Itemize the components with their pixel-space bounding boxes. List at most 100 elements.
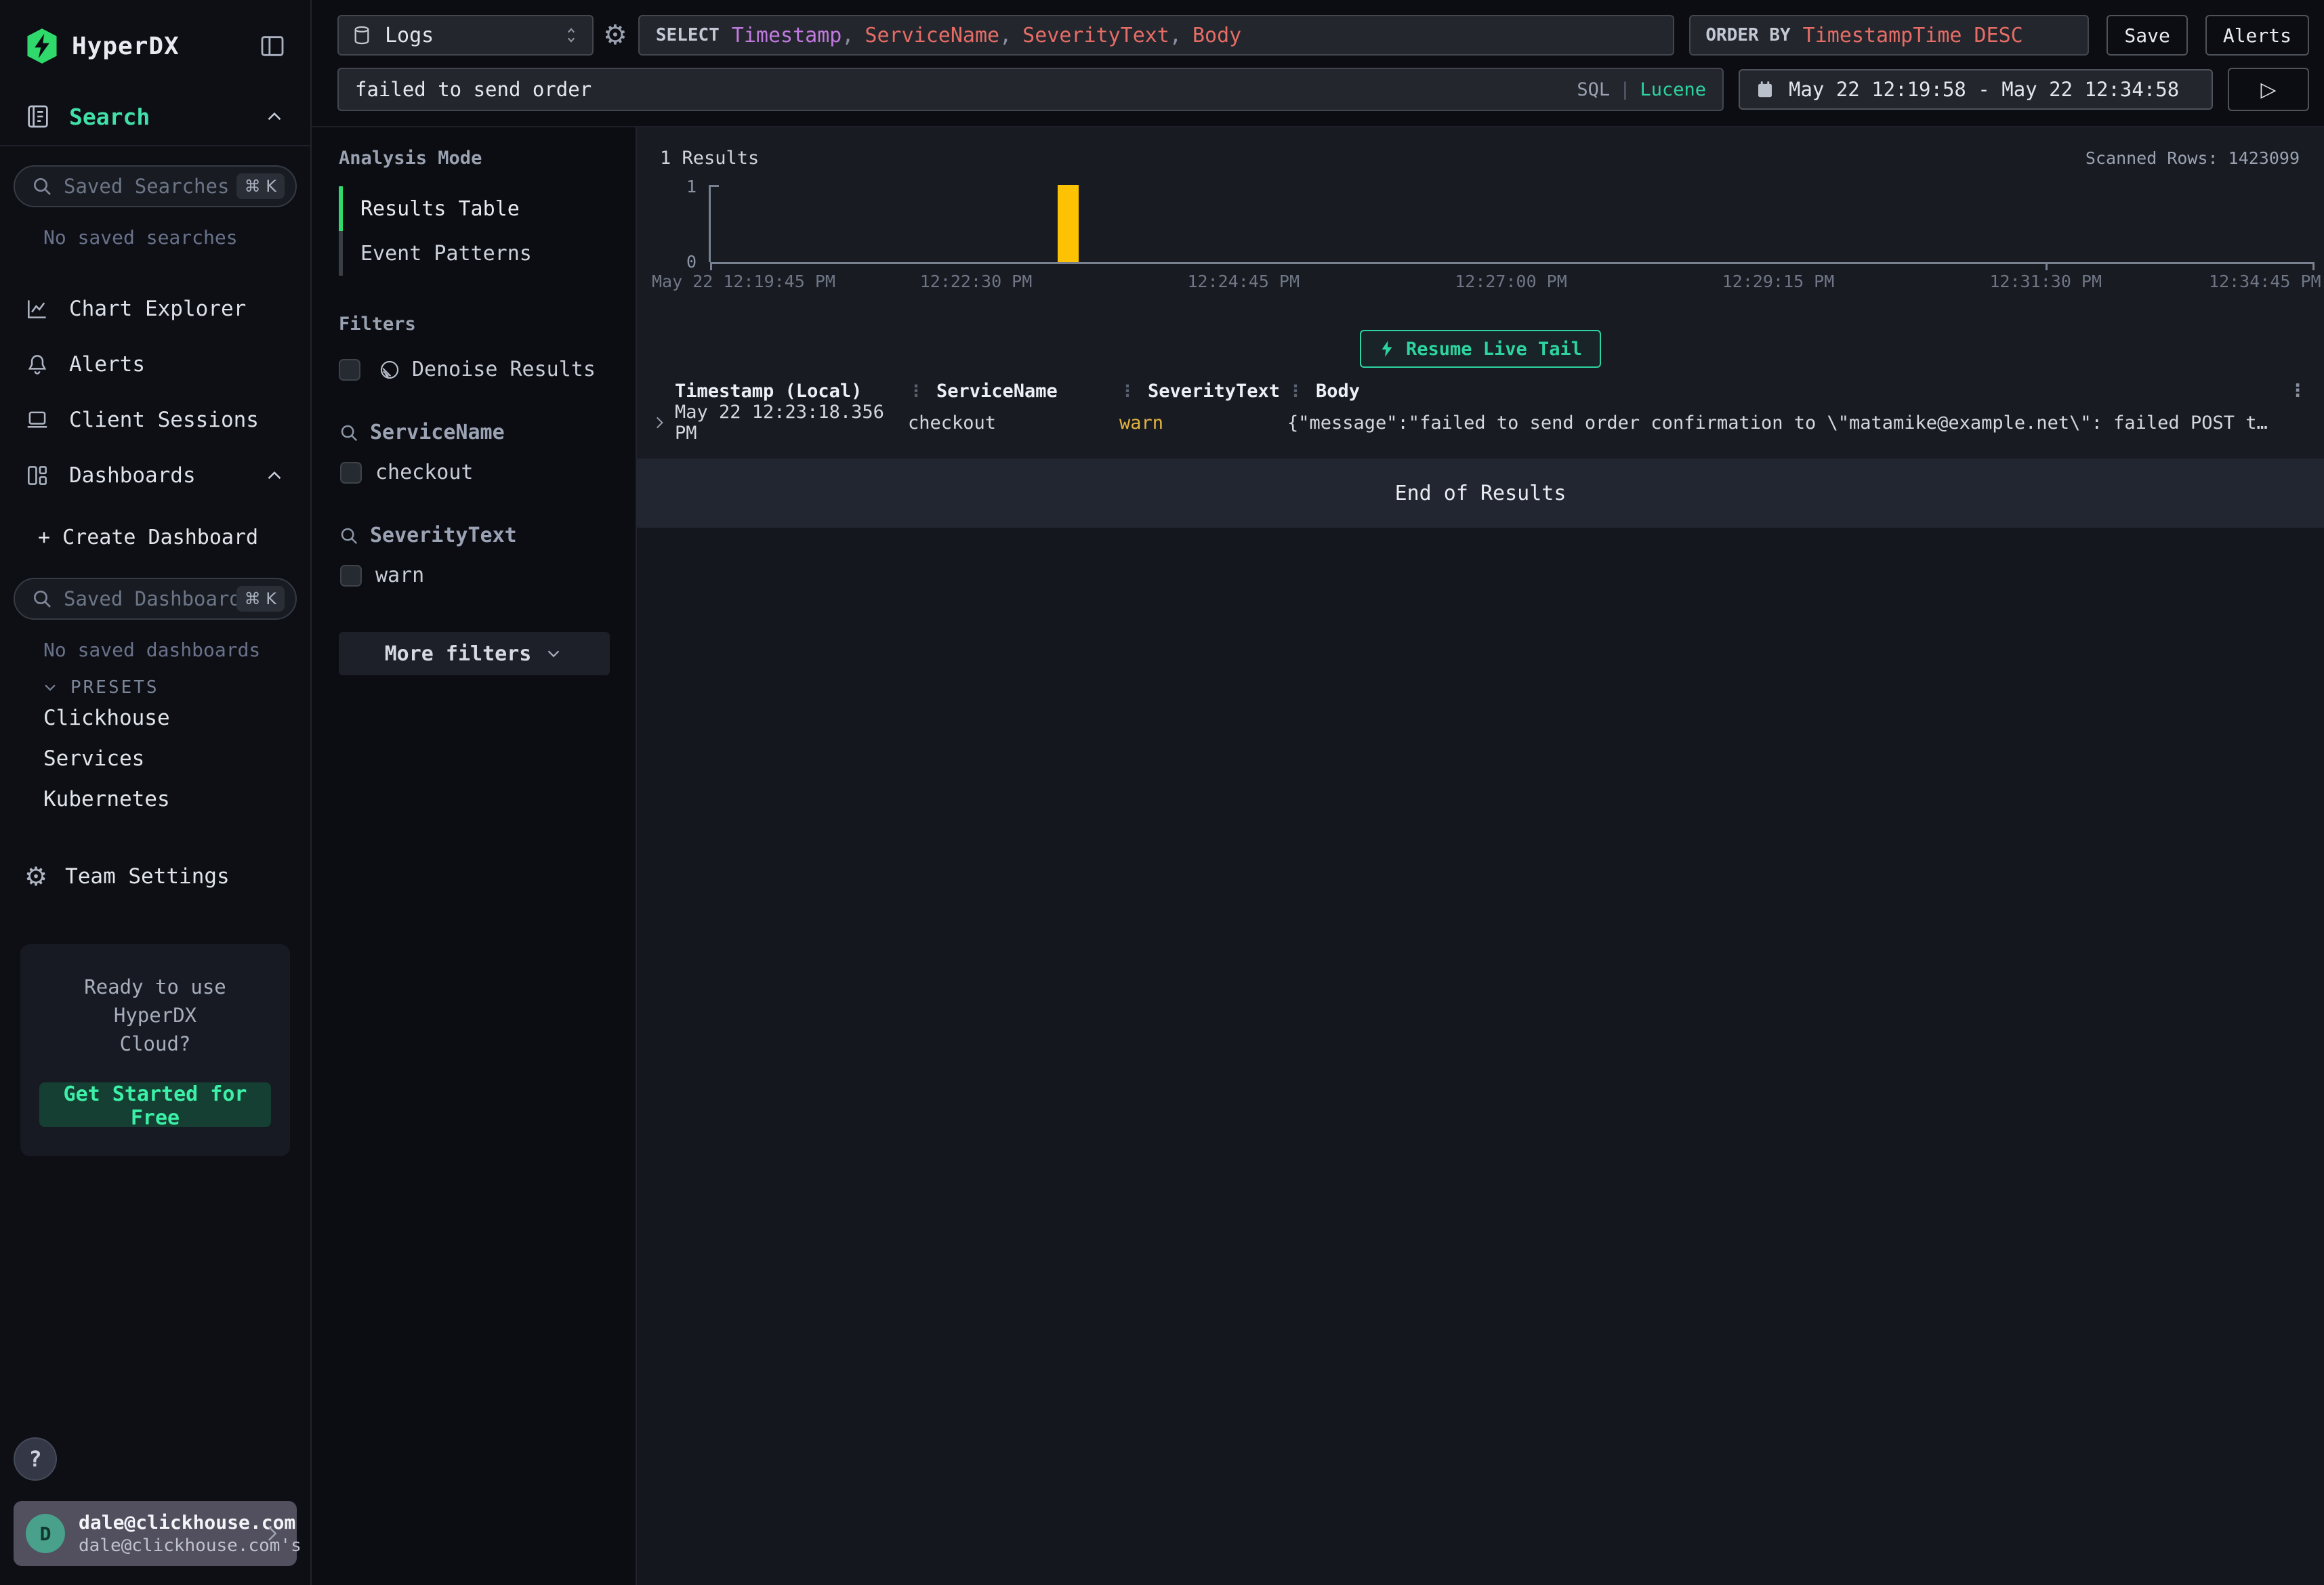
- calendar-icon: [1755, 79, 1775, 100]
- preset-item-kubernetes[interactable]: Kubernetes: [0, 779, 310, 820]
- denoise-icon: [378, 358, 401, 381]
- sidebar-collapse-icon[interactable]: [259, 33, 286, 60]
- search-query-input[interactable]: [355, 78, 1566, 101]
- cloud-promo-line1: Ready to use HyperDX: [39, 973, 271, 1030]
- saved-searches-input-wrap: ⌘ K: [14, 165, 297, 207]
- table-row[interactable]: May 22 12:23:18.356 PM checkout warn {"m…: [637, 407, 2324, 438]
- sidebar-item-label: Dashboards: [69, 463, 196, 488]
- source-select[interactable]: Logs: [337, 15, 594, 56]
- x-axis-labels: May 22 12:19:45 PM 12:22:30 PM 12:24:45 …: [709, 262, 2313, 292]
- y-axis-label: 0: [686, 252, 697, 272]
- column-resize-handle[interactable]: ⋮: [1287, 381, 1304, 400]
- sidebar-item-label: Alerts: [69, 352, 145, 377]
- mode-event-patterns[interactable]: Event Patterns: [339, 231, 610, 276]
- bell-icon: [24, 352, 50, 377]
- column-header-body[interactable]: ⋮ Body: [1287, 381, 2277, 402]
- filter-option-checkout[interactable]: checkout: [340, 461, 610, 484]
- saved-dashboards-input[interactable]: [64, 587, 236, 610]
- sidebar-item-client-sessions[interactable]: Client Sessions: [0, 392, 310, 448]
- table-options-kebab-icon[interactable]: ⋮: [2277, 381, 2306, 401]
- order-by-keyword: ORDER BY: [1705, 25, 1790, 45]
- resume-live-tail-button[interactable]: Resume Live Tail: [1360, 330, 1601, 368]
- x-axis-label: 12:27:00 PM: [1455, 272, 1567, 291]
- sidebar-nav: Chart Explorer Alerts Client Sessions Da…: [0, 281, 310, 503]
- dashboards-icon: [24, 463, 50, 488]
- source-settings-gear-icon[interactable]: ⚙: [603, 20, 627, 51]
- help-button[interactable]: ?: [14, 1437, 57, 1481]
- save-button[interactable]: Save: [2107, 15, 2187, 56]
- content-area: Analysis Mode Results Table Event Patter…: [312, 126, 2324, 1585]
- more-filters-button[interactable]: More filters: [339, 632, 610, 675]
- filter-option-warn[interactable]: warn: [340, 564, 610, 587]
- search-section-label: Search: [69, 104, 150, 130]
- hyperdx-app: HyperDX Search ⌘ K No saved searches: [0, 0, 2324, 1585]
- column-resize-handle[interactable]: ⋮: [908, 381, 924, 400]
- preset-item-clickhouse[interactable]: Clickhouse: [0, 698, 310, 738]
- run-query-button[interactable]: ▷: [2228, 68, 2309, 111]
- preset-item-services[interactable]: Services: [0, 738, 310, 779]
- column-label: Body: [1316, 381, 1360, 402]
- gear-icon: ⚙: [24, 862, 47, 891]
- column-label: SeverityText: [1148, 381, 1280, 402]
- y-axis-tick: [711, 185, 719, 187]
- results-panel: 1 Results Scanned Rows: 1423099 1 0: [637, 127, 2324, 1585]
- order-by-input[interactable]: ORDER BY TimestampTime DESC: [1689, 15, 2089, 56]
- chevron-up-icon[interactable]: [263, 464, 286, 487]
- sidebar-item-dashboards[interactable]: Dashboards: [0, 448, 310, 503]
- cell-severitytext: warn: [1119, 413, 1287, 434]
- time-range-picker[interactable]: May 22 12:19:58 - May 22 12:34:58: [1739, 69, 2213, 110]
- create-dashboard-label: + Create Dashboard: [38, 526, 258, 549]
- denoise-results-option[interactable]: Denoise Results: [339, 358, 610, 381]
- create-dashboard-button[interactable]: + Create Dashboard: [0, 515, 310, 559]
- filter-checkbox[interactable]: [340, 462, 362, 484]
- sidebar-item-alerts[interactable]: Alerts: [0, 337, 310, 392]
- mode-results-table[interactable]: Results Table: [339, 186, 610, 231]
- row-expander-icon[interactable]: [650, 414, 675, 431]
- sidebar-item-team-settings[interactable]: ⚙ Team Settings: [0, 852, 310, 901]
- source-select-value: Logs: [385, 24, 434, 47]
- user-menu[interactable]: D dale@clickhouse.com dale@clickhouse.co…: [14, 1501, 297, 1566]
- filter-group-header[interactable]: ServiceName: [339, 421, 610, 444]
- get-started-button[interactable]: Get Started for Free: [39, 1082, 271, 1127]
- column-label: ServiceName: [936, 381, 1058, 402]
- search-section-icon: [24, 103, 51, 130]
- search-icon: [31, 588, 53, 610]
- results-empty-space: [637, 528, 2324, 1585]
- filter-checkbox[interactable]: [340, 565, 362, 587]
- topbar-row-query: Logs ⚙ SELECT Timestamp, ServiceName, Se…: [337, 15, 2309, 56]
- query-field: Body: [1192, 24, 1241, 47]
- alerts-button[interactable]: Alerts: [2205, 15, 2309, 56]
- denoise-checkbox[interactable]: [339, 359, 360, 381]
- language-sql-toggle[interactable]: SQL: [1577, 79, 1610, 100]
- resume-live-tail-label: Resume Live Tail: [1406, 339, 1582, 360]
- filters-panel: Analysis Mode Results Table Event Patter…: [312, 127, 637, 1585]
- column-resize-handle[interactable]: ⋮: [1119, 381, 1136, 400]
- analysis-mode-list: Results Table Event Patterns: [339, 186, 610, 276]
- sidebar-item-search[interactable]: Search: [0, 88, 310, 146]
- select-query-input[interactable]: SELECT Timestamp, ServiceName, SeverityT…: [638, 15, 1675, 56]
- sidebar-item-chart-explorer[interactable]: Chart Explorer: [0, 281, 310, 337]
- app-title: HyperDX: [72, 33, 180, 60]
- column-header-severitytext[interactable]: ⋮ SeverityText: [1119, 381, 1287, 402]
- no-saved-searches-label: No saved searches: [43, 226, 310, 249]
- avatar: D: [26, 1514, 65, 1553]
- query-field: SeverityText: [1022, 24, 1169, 47]
- column-header-timestamp[interactable]: Timestamp (Local): [675, 381, 908, 402]
- filter-group-header[interactable]: SeverityText: [339, 524, 610, 547]
- results-header: 1 Results Scanned Rows: 1423099: [637, 127, 2324, 169]
- saved-searches-input[interactable]: [64, 175, 236, 198]
- histogram-bar[interactable]: [1058, 185, 1079, 262]
- team-settings-label: Team Settings: [65, 864, 230, 889]
- shortcut-badge: ⌘ K: [236, 586, 285, 612]
- column-header-servicename[interactable]: ⋮ ServiceName: [908, 381, 1119, 402]
- histogram-plot[interactable]: 1 0: [709, 185, 2313, 262]
- comma: ,: [1169, 24, 1182, 47]
- preset-label: Services: [43, 746, 144, 771]
- chevron-up-icon[interactable]: [263, 105, 286, 128]
- cell-timestamp: May 22 12:23:18.356 PM: [675, 402, 908, 444]
- presets-toggle[interactable]: PRESETS: [41, 677, 310, 698]
- shortcut-badge: ⌘ K: [236, 173, 285, 199]
- laptop-icon: [24, 407, 50, 433]
- language-lucene-toggle[interactable]: Lucene: [1640, 79, 1706, 100]
- cloud-promo-card: Ready to use HyperDX Cloud? Get Started …: [20, 944, 290, 1156]
